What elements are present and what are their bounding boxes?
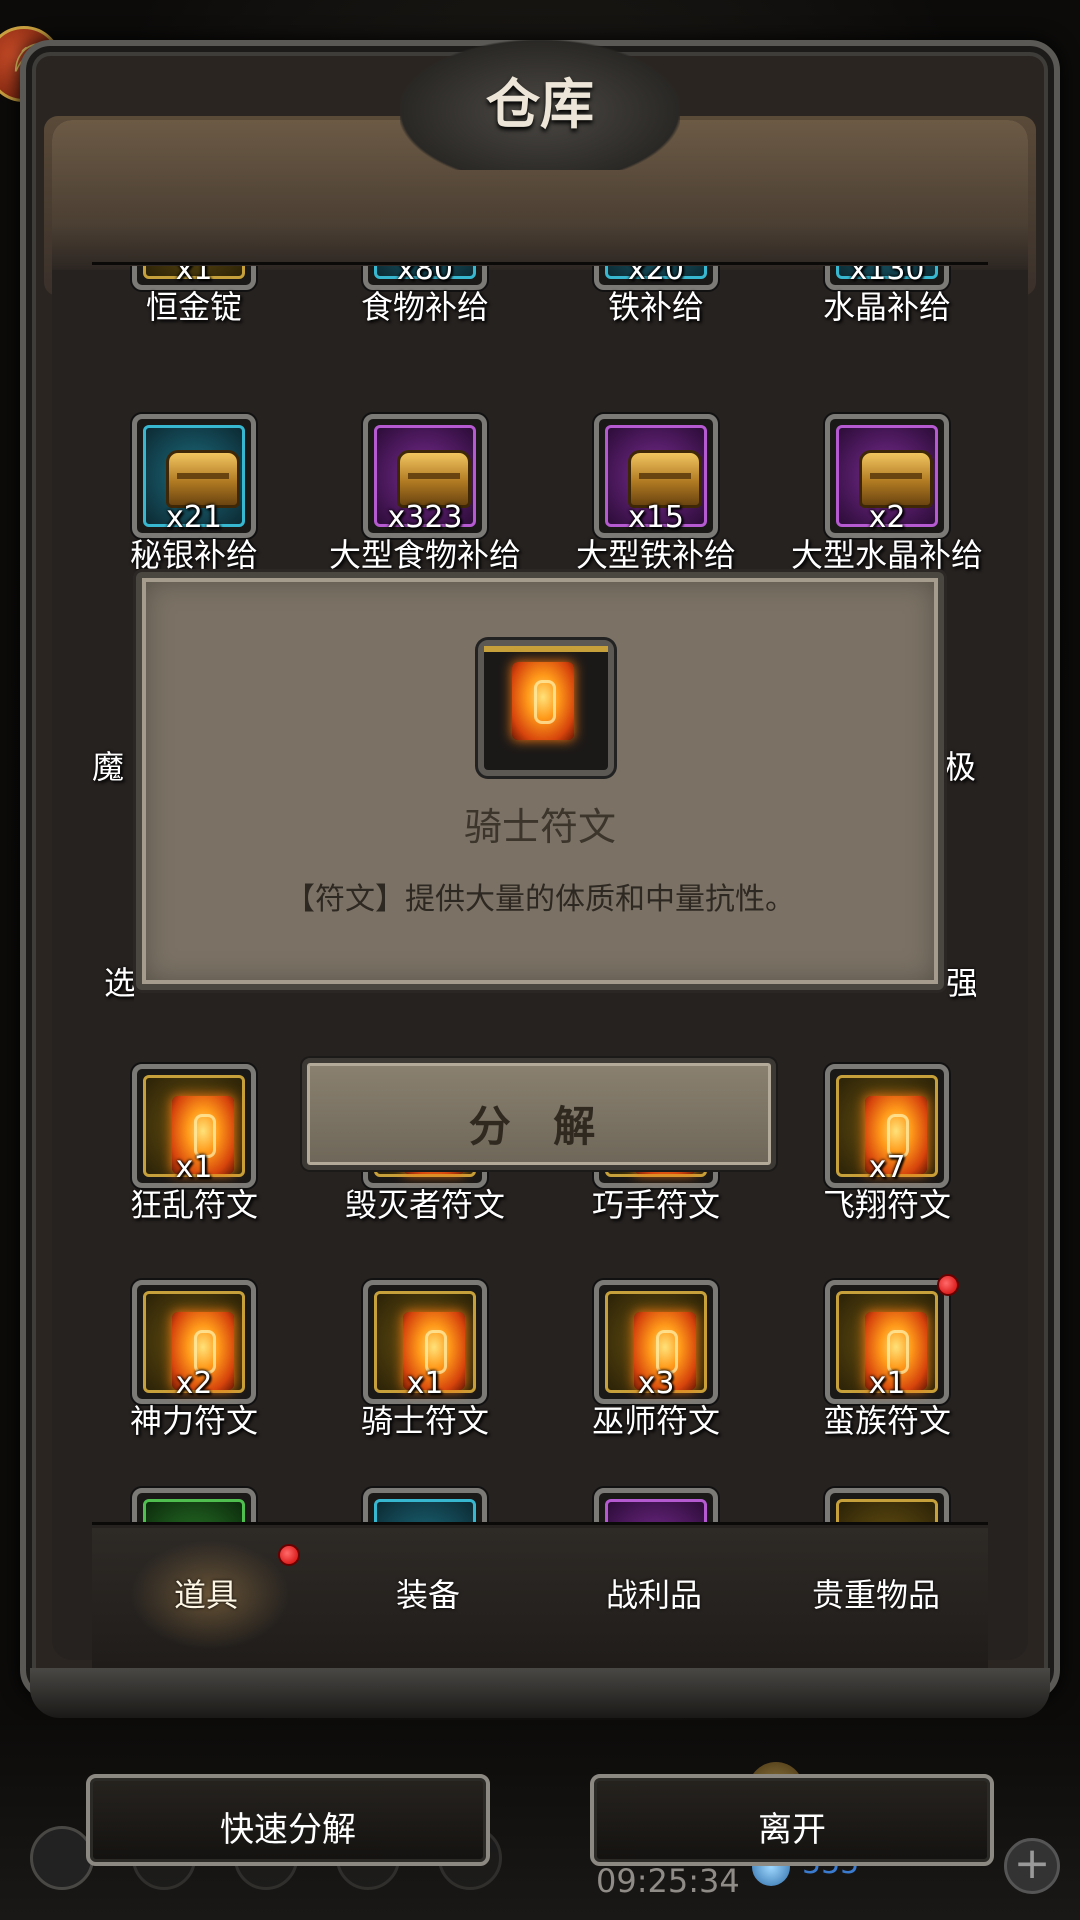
item-name: 巫师符文 xyxy=(591,1402,720,1440)
leave-button[interactable]: 离开 xyxy=(590,1774,994,1866)
inventory-item[interactable]: x1 恒金锭 xyxy=(92,266,312,366)
bottom-divider xyxy=(92,1522,988,1525)
item-slot-peek[interactable] xyxy=(594,1488,718,1524)
inventory-item[interactable]: x7 飞翔符文 xyxy=(785,1064,988,1264)
item-name: 水晶补给 xyxy=(822,288,951,326)
popup-item-name: 骑士符文 xyxy=(463,805,616,849)
item-slot-peek[interactable] xyxy=(363,1488,487,1524)
settings-gear-icon[interactable] xyxy=(30,1826,94,1890)
quick-decompose-button[interactable]: 快速分解 xyxy=(86,1774,490,1866)
inventory-item[interactable]: x80 食物补给 xyxy=(323,266,543,366)
inventory-item[interactable]: x1 骑士符文 xyxy=(323,1280,543,1480)
tab-equipment[interactable]: 装备 xyxy=(318,1570,538,1616)
rarity-frame xyxy=(374,1499,476,1524)
add-icon[interactable]: + xyxy=(1004,1838,1060,1894)
item-name: 铁补给 xyxy=(607,288,704,326)
hidden-label: 选 xyxy=(104,964,134,1002)
leave-button-label: 离开 xyxy=(758,1810,826,1850)
notification-dot xyxy=(937,1274,959,1296)
item-name: 狂乱符文 xyxy=(129,1186,258,1224)
item-slot-peek[interactable] xyxy=(132,1488,256,1524)
inventory-item[interactable]: x1 狂乱符文 xyxy=(92,1064,312,1264)
item-name: 大型铁补给 xyxy=(575,536,736,574)
item-name: 蛮族符文 xyxy=(822,1402,951,1440)
quick-decompose-label: 快速分解 xyxy=(220,1810,356,1850)
item-name: 大型食物补给 xyxy=(328,536,521,574)
item-name: 巧手符文 xyxy=(591,1186,720,1224)
inventory-item[interactable]: x130 水晶补给 xyxy=(785,266,988,366)
rarity-frame xyxy=(143,1499,245,1524)
top-divider xyxy=(92,262,988,265)
item-slot-peek[interactable] xyxy=(825,1488,949,1524)
tab-notification-dot xyxy=(278,1544,300,1566)
item-name: 恒金锭 xyxy=(145,288,242,326)
popup-item-slot xyxy=(478,640,614,776)
tab-items[interactable]: 道具 xyxy=(96,1570,316,1616)
inventory-item[interactable]: x1 蛮族符文 xyxy=(785,1274,988,1480)
tab-loot[interactable]: 战利品 xyxy=(544,1570,764,1616)
decompose-button[interactable]: 分 解 xyxy=(302,1058,776,1170)
item-name: 神力符文 xyxy=(129,1402,258,1440)
window-title: 仓库 xyxy=(486,73,594,136)
item-name: 毁灭者符文 xyxy=(344,1186,505,1224)
clock: 09:25:34 xyxy=(596,1862,740,1900)
tab-valuables[interactable]: 贵重物品 xyxy=(766,1570,986,1616)
item-name: 骑士符文 xyxy=(360,1402,489,1440)
popup-item-description: 【符文】提供大量的体质和中量抗性。 xyxy=(285,882,795,917)
hidden-label: 极 xyxy=(944,748,977,786)
inventory-item[interactable]: x20 铁补给 xyxy=(554,266,774,366)
item-name: 秘银补给 xyxy=(129,536,258,574)
item-name: 飞翔符文 xyxy=(822,1186,951,1224)
rarity-frame xyxy=(836,1499,938,1524)
hidden-label: 强 xyxy=(946,964,976,1002)
rune-icon xyxy=(512,662,574,740)
item-name: 食物补给 xyxy=(360,288,489,326)
item-detail-popup: 骑士符文 【符文】提供大量的体质和中量抗性。 xyxy=(136,572,944,990)
decompose-button-label: 分 解 xyxy=(468,1102,610,1151)
rarity-frame xyxy=(605,1499,707,1524)
inventory-item[interactable]: x2 神力符文 xyxy=(92,1280,312,1480)
rarity-frame xyxy=(484,646,608,740)
item-name: 大型水晶补给 xyxy=(790,536,983,574)
hidden-label: 魔 xyxy=(92,748,125,786)
frame-bottom-border xyxy=(30,1668,1050,1718)
inventory-item[interactable]: x3 巫师符文 xyxy=(554,1280,774,1480)
